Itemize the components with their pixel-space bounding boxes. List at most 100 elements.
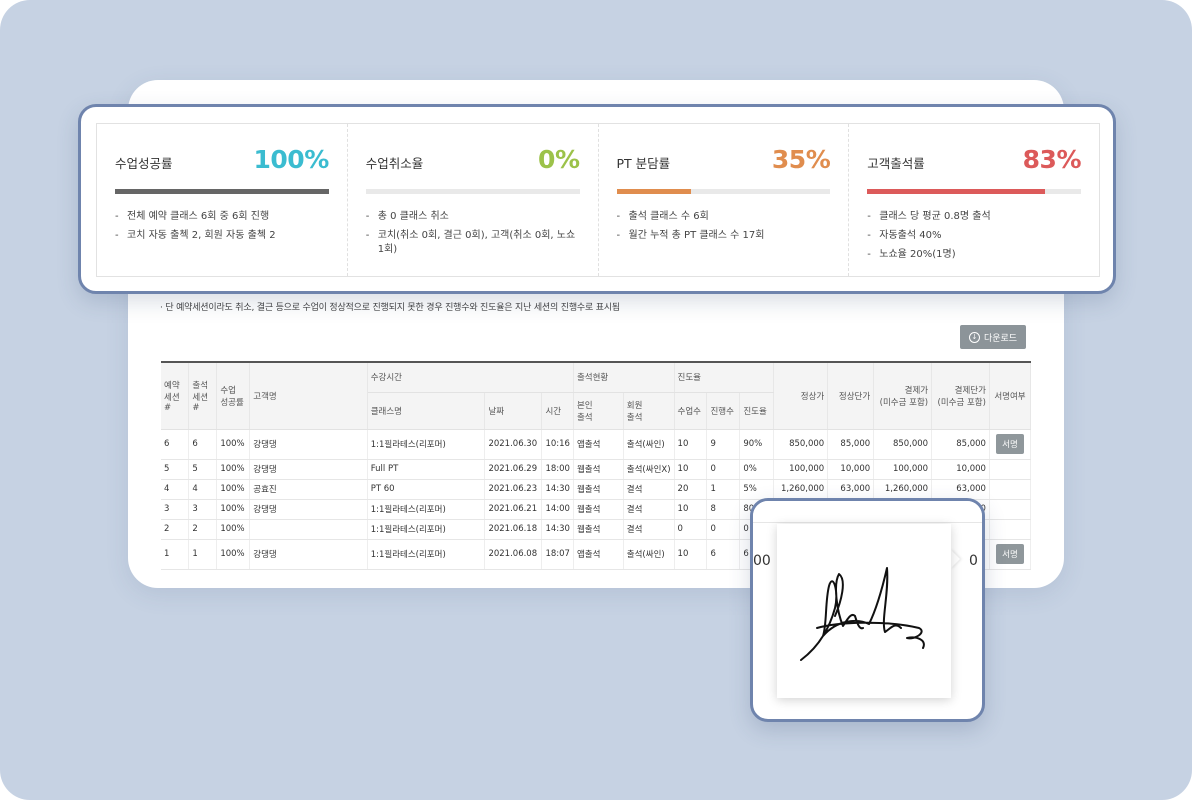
header-group-progress: 진도율 [674, 361, 775, 393]
cell-signed [989, 459, 1032, 480]
progress-bar [867, 189, 1081, 194]
header-rate: 진도율 [739, 392, 775, 430]
download-icon: ↓ [968, 331, 980, 343]
cell-member-attend: 출석(싸인) [623, 429, 675, 460]
cell-regular-unit: 85,000 [827, 429, 875, 460]
amount-fragment-right: 0 [969, 553, 978, 569]
cell-signed: 서명 [989, 429, 1032, 460]
header-paid-price: 결제가 (미수금 포함) [873, 361, 933, 430]
cell-customer: 강댕댕 [249, 539, 368, 570]
stat-bullet: 총 0 클래스 취소 [366, 210, 580, 224]
cell-self-attend: 웹출석 [573, 479, 624, 500]
cell-success: 100% [216, 479, 251, 500]
stat-success-rate: 수업성공률 100% 전체 예약 클래스 6회 중 6회 진행 코치 자동 출첵… [97, 124, 348, 276]
stat-label: PT 분담률 [616, 156, 671, 171]
cell-regular-unit: 63,000 [827, 479, 875, 500]
cell-date: 2021.06.18 [484, 519, 543, 540]
cell-date: 2021.06.30 [484, 429, 543, 460]
cell-lessons: 10 [674, 429, 708, 460]
background-frame: · 단 예약세션이라도 취소, 결근 등으로 수업이 정상적으로 진행되지 못한… [0, 0, 1192, 800]
cell-rate: 90% [739, 429, 775, 460]
cell-class-name: 1:1필라테스(리포머) [367, 499, 486, 520]
stat-bullet: 전체 예약 클래스 6회 중 6회 진행 [115, 210, 329, 224]
cell-time: 18:00 [541, 459, 574, 480]
cell-success: 100% [216, 499, 251, 520]
stat-label: 수업성공률 [115, 156, 173, 171]
cell-attend: 5 [188, 459, 218, 480]
cell-paid-price: 100,000 [873, 459, 933, 480]
header-done: 진행수 [706, 392, 741, 430]
table-row: 4 4 100% 공효진 PT 60 2021.06.23 14:30 웹출석 결석 20 1 5% 1… [161, 479, 1032, 500]
stat-attendance-rate: 고객출석률 83% 클래스 당 평균 0.8명 출석 자동출석 40% 노쇼율 … [849, 124, 1099, 276]
signature-drawing [800, 567, 925, 661]
cell-attend: 6 [188, 429, 218, 460]
cell-reserve: 4 [161, 479, 190, 500]
view-signature-button[interactable]: 서명 [996, 544, 1024, 564]
cell-rate: 5% [739, 479, 775, 500]
cell-customer: 강댕댕 [249, 459, 368, 480]
progress-bar [616, 189, 831, 194]
cell-class-name: 1:1필라테스(리포머) [367, 519, 486, 540]
stat-label: 수업취소율 [365, 156, 424, 171]
cell-lessons: 10 [674, 459, 708, 480]
cell-success: 100% [216, 459, 251, 480]
cell-time: 14:00 [541, 499, 574, 520]
cell-self-attend: 웹출석 [573, 459, 624, 480]
cell-attend: 4 [188, 479, 218, 500]
signature-popup: 00 0 [750, 498, 985, 722]
progress-fill [616, 189, 692, 194]
cell-reserve: 2 [161, 519, 190, 540]
cell-self-attend: 웹출석 [573, 519, 624, 540]
cell-lessons: 0 [674, 519, 708, 540]
cell-done: 9 [706, 429, 741, 460]
cell-done: 8 [706, 499, 741, 520]
progress-fill [867, 189, 1045, 194]
cell-done: 0 [706, 519, 741, 540]
stat-value: 0% [538, 145, 580, 174]
cell-member-attend: 결석 [623, 479, 675, 500]
cell-time: 14:30 [541, 519, 574, 540]
stat-bullet: 월간 누적 총 PT 클래스 수 17회 [617, 229, 831, 243]
header-time: 시간 [541, 392, 574, 430]
cell-paid-unit: 85,000 [931, 429, 990, 460]
signature-image [777, 524, 951, 698]
cell-lessons: 10 [674, 539, 708, 570]
stat-cancel-rate: 수업취소율 0% 총 0 클래스 취소 코치(취소 0회, 결근 0회), 고객… [348, 124, 599, 276]
cell-done: 0 [706, 459, 741, 480]
cell-customer: 강댕댕 [249, 499, 368, 520]
cell-reserve: 5 [161, 459, 190, 480]
cell-success: 100% [216, 519, 251, 540]
cell-attend: 3 [188, 499, 218, 520]
stat-bullet: 코치(취소 0회, 결근 0회), 고객(취소 0회, 노쇼 1회) [366, 229, 580, 257]
header-customer: 고객명 [249, 361, 368, 430]
stat-label: 고객출석률 [867, 156, 925, 171]
cell-date: 2021.06.08 [484, 539, 543, 570]
cell-self-attend: 앱출석 [573, 539, 624, 570]
cell-time: 14:30 [541, 479, 574, 500]
download-button[interactable]: ↓ 다운로드 [960, 325, 1026, 349]
cell-lessons: 10 [674, 499, 708, 520]
view-signature-button[interactable]: 서명 [996, 434, 1024, 454]
stat-value: 100% [253, 145, 330, 174]
cell-reserve: 6 [161, 429, 190, 460]
cell-regular-price: 1,260,000 [773, 479, 829, 500]
header-success-rate: 수업 성공률 [216, 361, 251, 430]
cell-done: 1 [706, 479, 741, 500]
table-row: 5 5 100% 강댕댕 Full PT 2021.06.29 18:00 웹출석 출석(싸인X… [161, 459, 1032, 480]
cell-member-attend: 출석(싸인) [623, 539, 675, 570]
cell-signed [989, 499, 1032, 520]
stat-bullet: 노쇼율 20%(1명) [867, 248, 1081, 262]
cell-class-name: 1:1필라테스(리포머) [367, 429, 486, 460]
cell-success: 100% [216, 429, 251, 460]
cell-signed: 서명 [989, 539, 1032, 570]
cell-customer: 공효진 [249, 479, 368, 500]
cell-regular-price: 100,000 [773, 459, 829, 480]
amount-fragment-left: 00 [753, 553, 771, 569]
cell-success: 100% [216, 539, 251, 570]
stats-card: 수업성공률 100% 전체 예약 클래스 6회 중 6회 진행 코치 자동 출첵… [78, 104, 1116, 294]
stat-bullet: 출석 클래스 수 6회 [617, 210, 831, 224]
cell-time: 10:16 [541, 429, 574, 460]
cell-date: 2021.06.23 [484, 479, 543, 500]
progress-bar [365, 189, 580, 194]
stat-value: 35% [771, 145, 831, 174]
